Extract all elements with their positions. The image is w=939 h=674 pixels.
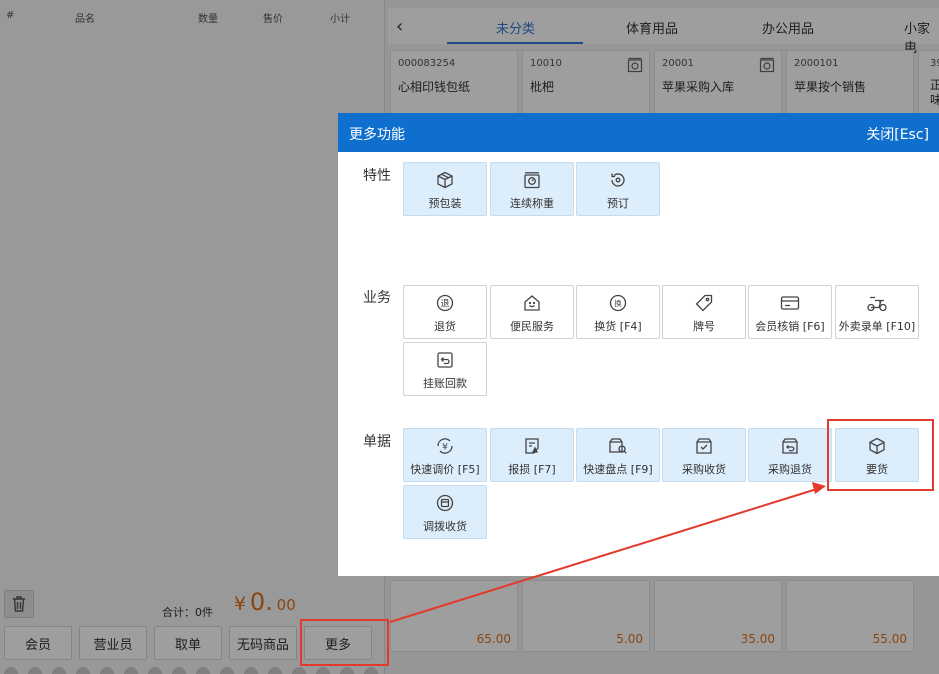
tag-number-button[interactable]: 牌号: [662, 285, 746, 339]
more-functions-dialog: 更多功能 关闭[Esc] 特性 预包装 连续称重 预订 业务 退 退货 便民服务…: [338, 113, 939, 576]
section-business-label: 业务: [363, 290, 391, 306]
home-service-icon: [524, 295, 540, 311]
purchase-return-icon: [782, 438, 798, 454]
section-documents-label: 单据: [363, 434, 391, 450]
credit-return-icon: [437, 352, 453, 368]
return-icon: 退: [436, 294, 454, 312]
receive-icon: [696, 438, 712, 454]
exchange-goods-button[interactable]: 换 换货 [F4]: [576, 285, 660, 339]
transfer-receive-button[interactable]: 调拨收货: [403, 485, 487, 539]
continuous-weigh-button[interactable]: 连续称重: [490, 162, 574, 216]
report-loss-button[interactable]: 报损 [F7]: [490, 428, 574, 482]
scooter-icon: [867, 296, 887, 312]
svg-text:换: 换: [614, 298, 622, 308]
purchase-return-button[interactable]: 采购退货: [748, 428, 832, 482]
dialog-header: 更多功能 关闭[Esc]: [338, 113, 939, 152]
svg-text:退: 退: [440, 299, 449, 310]
credit-repayment-button[interactable]: 挂账回款: [403, 342, 487, 396]
purchase-receive-button[interactable]: 采购收货: [662, 428, 746, 482]
convenience-service-button[interactable]: 便民服务: [490, 285, 574, 339]
inventory-search-icon: [609, 438, 627, 454]
prepack-button[interactable]: 预包装: [403, 162, 487, 216]
yen-cycle-icon: ¥: [437, 438, 453, 454]
quick-price-adjust-button[interactable]: ¥ 快速调价 [F5]: [403, 428, 487, 482]
reservation-icon: [611, 173, 625, 187]
card-icon: [780, 296, 800, 310]
section-features-label: 特性: [363, 168, 391, 184]
return-goods-button[interactable]: 退 退货: [403, 285, 487, 339]
dialog-close-button[interactable]: 关闭[Esc]: [866, 124, 929, 144]
quick-inventory-button[interactable]: 快速盘点 [F9]: [576, 428, 660, 482]
more-button-highlight: [300, 619, 389, 666]
svg-text:¥: ¥: [442, 443, 448, 453]
transfer-icon: [436, 494, 454, 512]
exchange-icon: 换: [609, 294, 627, 312]
takeout-entry-button[interactable]: 外卖录单 [F10]: [835, 285, 919, 339]
scale-icon: [524, 172, 540, 189]
tag-icon: [695, 294, 713, 312]
request-goods-highlight: [827, 419, 934, 491]
member-verify-button[interactable]: 会员核销 [F6]: [748, 285, 832, 339]
dialog-title: 更多功能: [349, 127, 405, 143]
box-icon: [437, 171, 453, 189]
reservation-button[interactable]: 预订: [576, 162, 660, 216]
report-loss-icon: [525, 438, 539, 454]
